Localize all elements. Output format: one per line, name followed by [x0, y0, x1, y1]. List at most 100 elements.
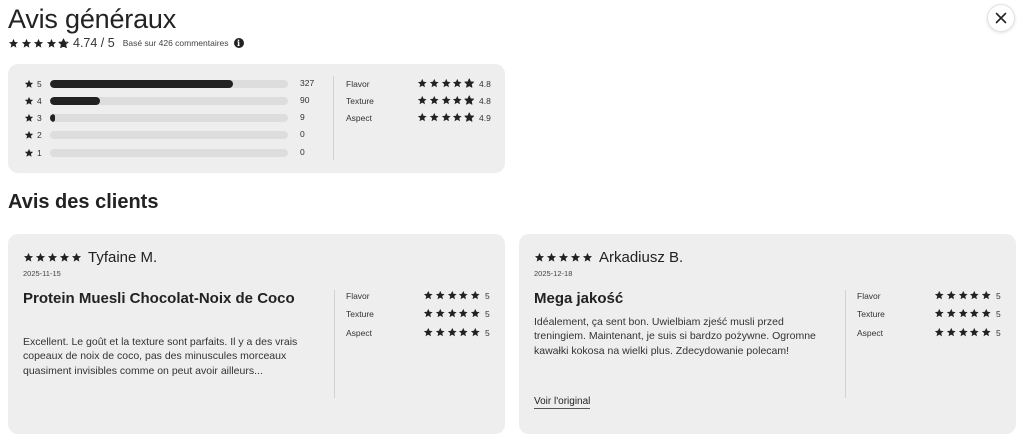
distribution-label: 1: [37, 148, 42, 158]
star-icon: [946, 327, 956, 337]
star-icon: [447, 327, 457, 337]
criteria-label: Texture: [346, 309, 374, 319]
criteria-label: Texture: [857, 309, 885, 319]
criteria-value: 5: [485, 291, 490, 301]
distribution-bar-fill: [50, 80, 233, 88]
rating-summary-panel: 5 327 4 90 3 9 2 0 1 0 Flavor 4.8 Textur…: [8, 64, 505, 173]
criteria-stars: [423, 290, 481, 301]
star-icon: [429, 95, 439, 105]
criteria-label: Flavor: [346, 291, 370, 301]
star-icon: [570, 252, 581, 262]
criteria-value: 5: [996, 309, 1001, 319]
reviewer-name: Arkadiusz B.: [599, 248, 684, 266]
criteria-value: 5: [485, 309, 490, 319]
distribution-bar: [50, 80, 288, 88]
divider: [333, 76, 334, 160]
close-button[interactable]: [987, 4, 1015, 32]
criteria-stars: [934, 327, 992, 338]
criteria-stars: [934, 290, 992, 301]
star-icon: [417, 112, 427, 122]
criteria-label: Flavor: [857, 291, 881, 301]
star-icon: [24, 130, 34, 139]
star-icon: [946, 308, 956, 318]
star-icon: [429, 78, 439, 88]
divider: [845, 290, 846, 398]
review-date: 2025-12-18: [534, 269, 573, 278]
star-icon: [429, 112, 439, 122]
info-icon[interactable]: i: [233, 38, 244, 48]
distribution-count: 0: [300, 129, 305, 139]
review-card: Tyfaine M. 2025-11-15 Protein Muesli Cho…: [8, 234, 505, 434]
criteria-label: Aspect: [346, 113, 372, 123]
distribution-row-5: 5 327: [24, 78, 314, 90]
star-icon: [934, 308, 944, 318]
star-icon: [471, 290, 480, 300]
criteria-value: 5: [996, 291, 1001, 301]
distribution-bar: [50, 114, 288, 122]
star-icon: [71, 252, 82, 262]
star-icon: [24, 96, 34, 106]
star-icon: [958, 327, 968, 337]
star-icon: [471, 308, 480, 318]
star-icon: [47, 252, 58, 262]
criteria-value: 5: [996, 328, 1001, 338]
star-icon: [970, 290, 980, 300]
review-card: Arkadiusz B. 2025-12-18 Mega jakość Idéa…: [519, 234, 1016, 434]
review-title: Protein Muesli Chocolat-Noix de Coco: [23, 290, 295, 307]
star-icon: [534, 252, 545, 262]
star-icon: [464, 78, 475, 88]
star-icon: [24, 148, 34, 158]
criteria-value: 4.8: [479, 79, 491, 89]
star-icon: [21, 38, 31, 48]
distribution-label: 5: [37, 79, 42, 89]
criteria-value: 4.8: [479, 96, 491, 106]
reviewer-name: Tyfaine M.: [88, 248, 158, 266]
distribution-label: 3: [37, 113, 42, 123]
review-stars: [23, 252, 82, 263]
star-icon: [435, 308, 445, 318]
criteria-label: Aspect: [346, 328, 372, 338]
review-body: Idéalement, ça sent bon. Uwielbiam zjeść…: [534, 316, 816, 357]
star-icon: [934, 327, 944, 337]
criteria-stars: [934, 308, 992, 319]
distribution-row-3: 3 9: [24, 112, 305, 124]
star-icon: [423, 290, 433, 300]
see-original-link[interactable]: Voir l'original: [534, 396, 591, 409]
star-icon: [558, 252, 569, 262]
star-icon: [459, 290, 469, 300]
star-icon: [23, 252, 34, 262]
distribution-bar: [50, 131, 288, 139]
review-date: 2025-11-15: [23, 269, 61, 278]
star-icon: [435, 290, 445, 300]
star-icon: [24, 96, 34, 105]
star-icon: [423, 327, 433, 337]
star-icon: [582, 252, 593, 262]
distribution-row-2: 2 0: [24, 129, 305, 141]
star-icon: [471, 327, 480, 337]
distribution-count: 327: [300, 78, 315, 88]
criteria-stars: [417, 78, 475, 89]
star-icon: [59, 252, 70, 262]
distribution-row-4: 4 90: [24, 95, 309, 107]
distribution-row-1: 1 0: [24, 147, 305, 159]
star-icon: [464, 112, 475, 122]
star-icon: [417, 95, 427, 105]
star-icon: [441, 112, 451, 122]
star-icon: [423, 308, 433, 318]
star-icon: [453, 112, 463, 122]
distribution-count: 90: [300, 95, 310, 105]
reviewer-header: Tyfaine M.: [23, 248, 157, 266]
star-icon: [24, 148, 34, 157]
star-icon: [459, 308, 469, 318]
star-icon: [970, 327, 980, 337]
distribution-count: 0: [300, 147, 305, 157]
star-icon: [441, 78, 451, 88]
star-icon: [35, 252, 46, 262]
star-icon: [8, 38, 19, 48]
criteria-stars: [423, 308, 481, 319]
star-icon: [24, 130, 34, 140]
star-icon: [417, 78, 427, 88]
page-title: Avis généraux: [8, 4, 177, 34]
star-icon: [982, 308, 991, 318]
star-icon: [33, 38, 44, 48]
